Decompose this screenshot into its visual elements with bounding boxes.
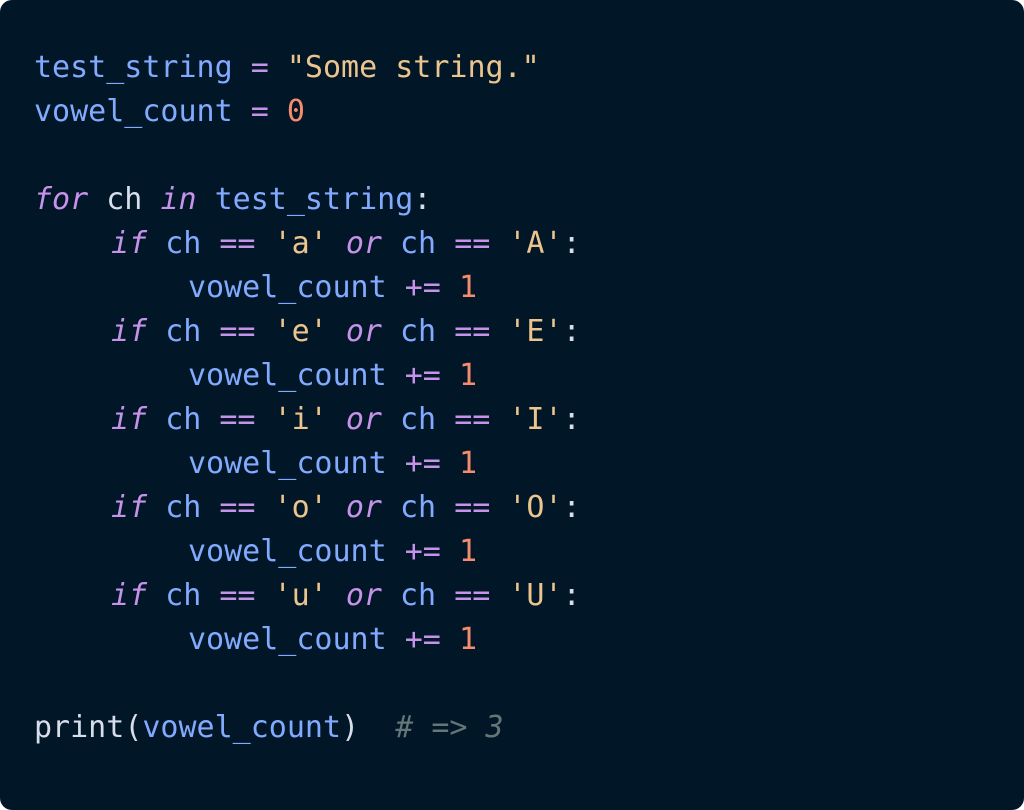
variable-token: ch [400,402,437,437]
variable-token: ch [165,226,202,261]
operator-token: == [219,490,256,525]
operator-token: == [454,578,491,613]
operator-token: == [219,578,256,613]
operator-token: += [404,358,441,393]
operator-token: == [454,226,491,261]
string-literal: 'A' [508,226,563,261]
number-literal: 1 [458,534,477,569]
operator-token: == [219,314,256,349]
code-line-increment: vowel_count += 1 [34,354,990,398]
variable-token: vowel_count [142,710,342,745]
variable-token: vowel_count [188,622,387,657]
string-literal: 'U' [508,578,563,613]
operator-token: == [454,314,491,349]
variable-token: ch [400,578,437,613]
code-line-if-check: if ch == 'o' or ch == 'O': [34,486,990,530]
code-line-increment: vowel_count += 1 [34,618,990,662]
punctuation-token: : [562,490,581,525]
keyword-token: if [111,490,148,525]
function-token: print [34,710,125,745]
string-literal: 'E' [508,314,563,349]
code-line-increment: vowel_count += 1 [34,442,990,486]
code-line-if-check: if ch == 'u' or ch == 'U': [34,574,990,618]
operator-token: = [250,94,269,129]
string-literal: 'u' [273,578,328,613]
operator-token: == [219,226,256,261]
operator-token: += [404,446,441,481]
variable-token: ch [400,490,437,525]
variable-token: vowel_count [188,270,387,305]
string-literal: 'O' [508,490,563,525]
number-literal: 1 [458,622,477,657]
operator-token: += [404,270,441,305]
number-literal: 1 [458,358,477,393]
keyword-token: if [111,226,148,261]
variable-token: test_string [214,182,414,217]
code-block: test_string = "Some string." vowel_count… [0,0,1024,810]
punctuation-token: : [413,182,432,217]
string-literal: 'I' [508,402,563,437]
punctuation-token: : [562,226,581,261]
variable-token: vowel_count [188,534,387,569]
number-literal: 1 [458,446,477,481]
keyword-token: or [345,314,382,349]
keyword-token: or [345,402,382,437]
operator-token: = [250,50,269,85]
string-literal: "Some string." [286,50,540,85]
keyword-token: or [345,226,382,261]
code-line-if-check: if ch == 'e' or ch == 'E': [34,310,990,354]
operator-token: += [404,534,441,569]
number-literal: 1 [458,270,477,305]
code-line-increment: vowel_count += 1 [34,530,990,574]
operator-token: == [454,490,491,525]
code-line-test-string-assign: test_string = "Some string." [34,46,990,90]
variable-token: ch [400,226,437,261]
punctuation-token: : [562,578,581,613]
punctuation-token: ( [124,710,143,745]
variable-token: vowel_count [188,358,387,393]
keyword-token: for [34,182,89,217]
variable-token: test_string [34,50,233,85]
variable-token: ch [165,578,202,613]
code-line-vowel-count-init: vowel_count = 0 [34,90,990,134]
string-literal: 'e' [273,314,328,349]
code-line-increment: vowel_count += 1 [34,266,990,310]
code-line-if-check: if ch == 'a' or ch == 'A': [34,222,990,266]
keyword-token: if [111,402,148,437]
number-literal: 0 [286,94,305,129]
code-line-if-check: if ch == 'i' or ch == 'I': [34,398,990,442]
operator-token: == [219,402,256,437]
string-literal: 'o' [273,490,328,525]
keyword-token: or [345,490,382,525]
variable-token: ch [400,314,437,349]
code-line-for-loop: for ch in test_string: [34,178,990,222]
operator-token: += [404,622,441,657]
keyword-token: if [111,314,148,349]
punctuation-token: : [562,402,581,437]
variable-token: ch [106,182,143,217]
keyword-token: in [160,182,197,217]
variable-token: vowel_count [34,94,233,129]
string-literal: 'i' [273,402,328,437]
variable-token: ch [165,314,202,349]
code-line-print: print(vowel_count) # => 3 [34,706,990,750]
punctuation-token: ) [341,710,360,745]
keyword-token: if [111,578,148,613]
variable-token: ch [165,402,202,437]
variable-token: ch [165,490,202,525]
keyword-token: or [345,578,382,613]
operator-token: == [454,402,491,437]
variable-token: vowel_count [188,446,387,481]
string-literal: 'a' [273,226,328,261]
punctuation-token: : [562,314,581,349]
comment-token: # => 3 [395,710,504,745]
